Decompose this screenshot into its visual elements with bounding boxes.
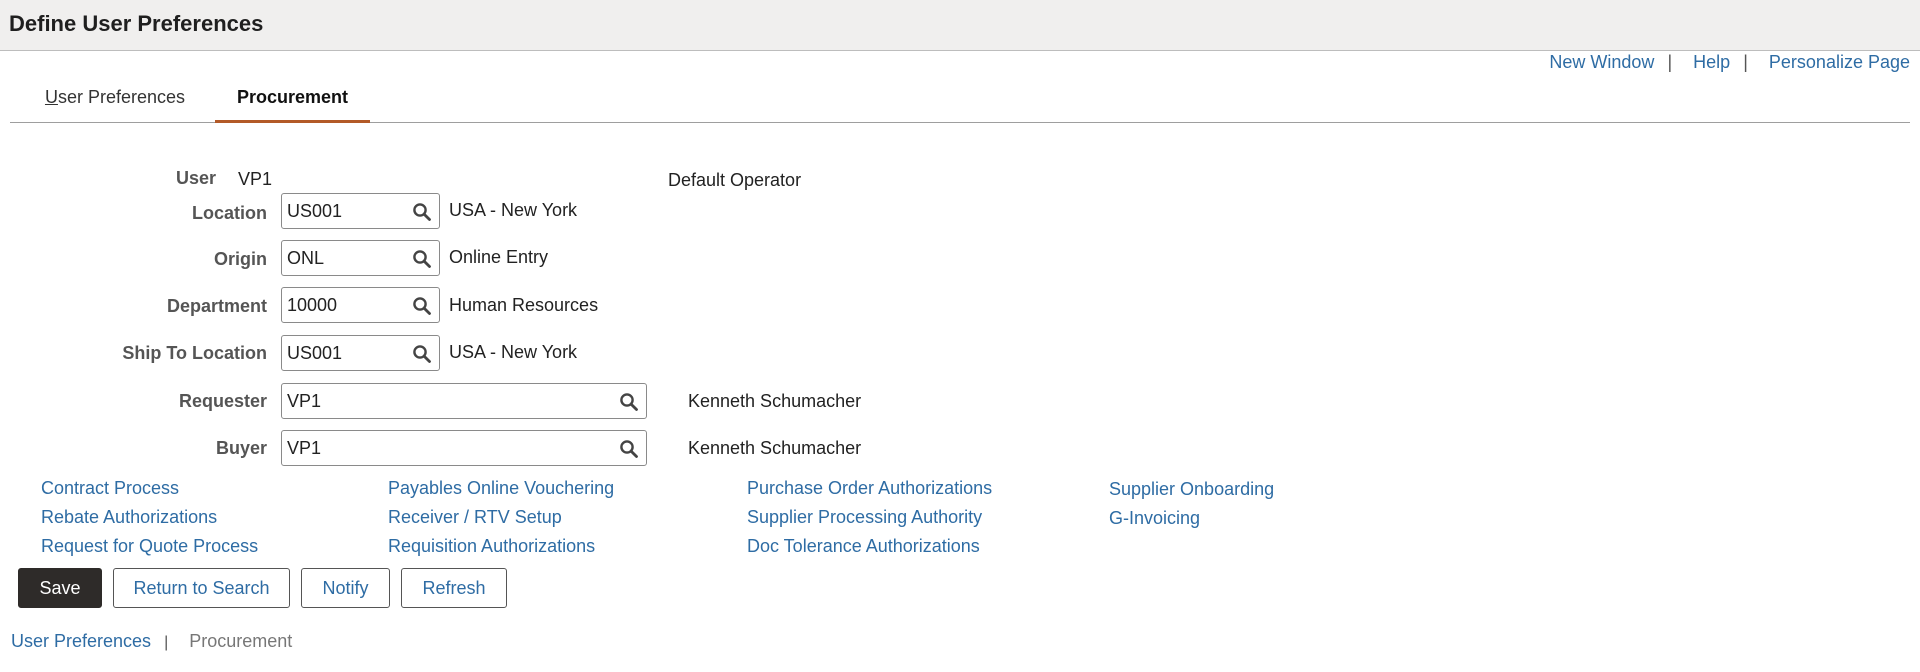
location-input[interactable] [282, 194, 407, 228]
origin-input[interactable] [282, 241, 407, 275]
search-icon[interactable] [619, 439, 639, 459]
location-field [281, 193, 440, 229]
location-label: Location [192, 203, 267, 223]
search-icon[interactable] [412, 344, 432, 364]
purchase-order-authorizations-link[interactable]: Purchase Order Authorizations [747, 478, 992, 499]
origin-label: Origin [214, 249, 267, 269]
breadcrumb-current: Procurement [189, 631, 293, 651]
requester-input[interactable] [282, 384, 612, 418]
tab-label: Procurement [236, 87, 349, 107]
payables-online-vouchering-link[interactable]: Payables Online Vouchering [388, 478, 614, 499]
refresh-button[interactable]: Refresh [401, 568, 507, 608]
tab-user-preferences[interactable]: User Preferences [10, 84, 220, 120]
requester-description: Kenneth Schumacher [688, 391, 862, 411]
buyer-input[interactable] [282, 431, 612, 465]
tab-procurement[interactable]: Procurement [215, 84, 370, 123]
supplier-onboarding-link[interactable]: Supplier Onboarding [1109, 479, 1274, 500]
new-window-link[interactable]: New Window [1549, 52, 1654, 72]
search-icon[interactable] [412, 296, 432, 316]
help-link[interactable]: Help [1693, 52, 1730, 72]
title-bar: Define User Preferences [0, 0, 1920, 51]
receiver-rtv-setup-link[interactable]: Receiver / RTV Setup [388, 507, 562, 528]
search-icon[interactable] [619, 392, 639, 412]
department-description: Human Resources [449, 295, 599, 315]
buyer-field [281, 430, 647, 466]
user-label: User [175, 168, 216, 188]
notify-button[interactable]: Notify [301, 568, 390, 608]
doc-tolerance-authorizations-link[interactable]: Doc Tolerance Authorizations [747, 536, 980, 557]
location-description: USA - New York [449, 200, 578, 220]
separator: | [1743, 52, 1748, 72]
g-invoicing-link[interactable]: G-Invoicing [1109, 508, 1200, 529]
user-value: VP1 [238, 169, 273, 189]
ship-to-location-input[interactable] [282, 336, 407, 370]
user-description: Default Operator [668, 170, 802, 190]
supplier-processing-authority-link[interactable]: Supplier Processing Authority [747, 507, 982, 528]
ship-to-location-label: Ship To Location [122, 343, 267, 363]
buyer-description: Kenneth Schumacher [688, 438, 862, 458]
search-icon[interactable] [412, 202, 432, 222]
requester-label: Requester [178, 391, 267, 411]
department-label: Department [166, 296, 267, 316]
separator: | [164, 634, 169, 651]
department-input[interactable] [282, 288, 407, 322]
breadcrumb-user-preferences-link[interactable]: User Preferences [11, 631, 151, 651]
buyer-label: Buyer [215, 438, 267, 458]
save-button[interactable]: Save [18, 568, 102, 608]
separator: | [1667, 52, 1673, 72]
search-icon[interactable] [412, 249, 432, 269]
requisition-authorizations-link[interactable]: Requisition Authorizations [388, 536, 595, 557]
breadcrumb: User Preferences | Procurement [11, 631, 292, 652]
request-for-quote-process-link[interactable]: Request for Quote Process [41, 536, 258, 557]
page-title: Define User Preferences [9, 11, 264, 36]
rebate-authorizations-link[interactable]: Rebate Authorizations [41, 507, 217, 528]
origin-field [281, 240, 440, 276]
ship-to-location-field [281, 335, 440, 371]
tab-bar: User Preferences Procurement [10, 84, 1910, 123]
contract-process-link[interactable]: Contract Process [41, 478, 179, 499]
return-to-search-button[interactable]: Return to Search [113, 568, 290, 608]
department-field [281, 287, 440, 323]
top-links: New Window | Help | Personalize Page [1549, 52, 1910, 73]
origin-description: Online Entry [449, 247, 549, 267]
ship-to-location-description: USA - New York [449, 342, 578, 362]
personalize-page-link[interactable]: Personalize Page [1769, 52, 1910, 72]
tab-label-accesskey: U [44, 87, 58, 107]
requester-field [281, 383, 647, 419]
tab-label: ser Preferences [57, 87, 186, 107]
